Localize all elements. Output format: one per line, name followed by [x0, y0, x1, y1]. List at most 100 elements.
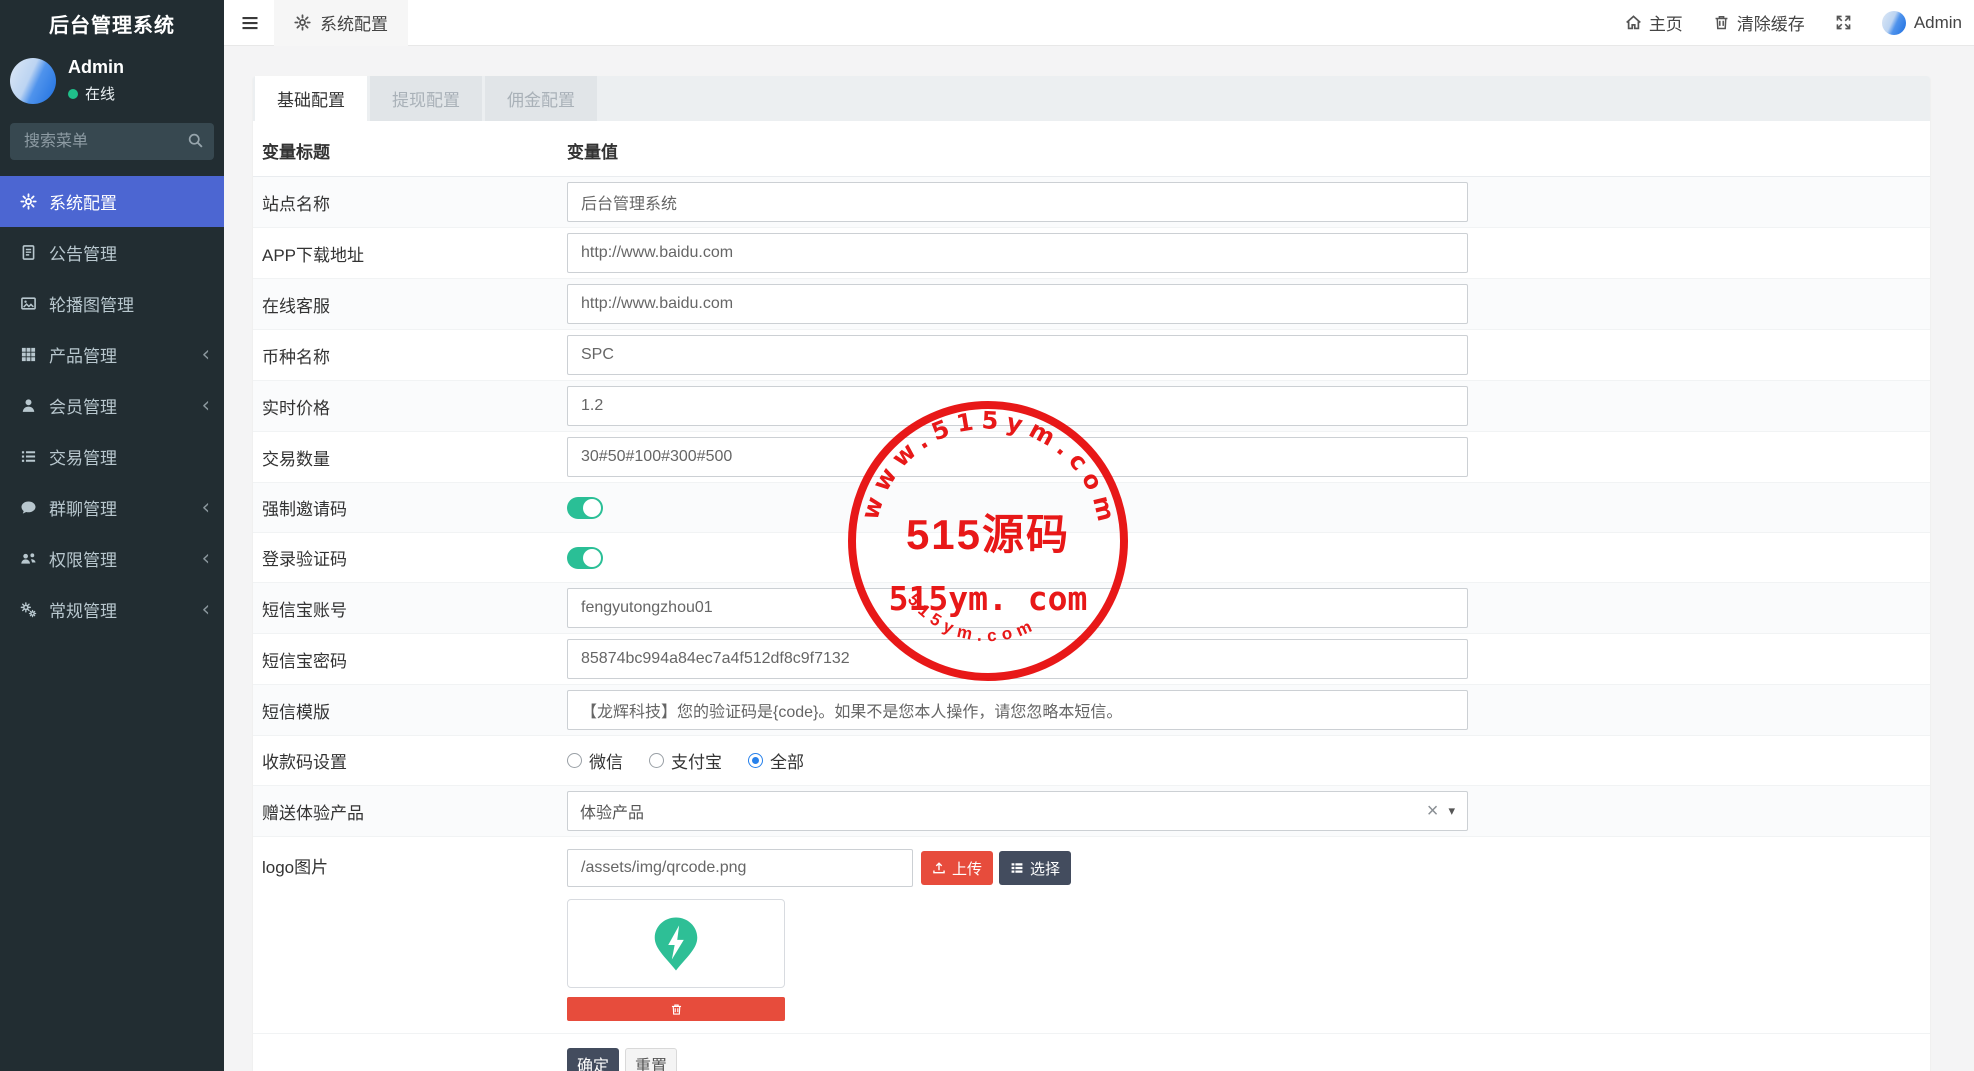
selected-value: 体验产品 [580, 799, 1427, 823]
form-row-sms-account: 短信宝账号 [253, 583, 1930, 634]
avatar [1882, 11, 1906, 35]
site-name-input[interactable] [567, 182, 1468, 222]
logo-path-input[interactable] [567, 849, 913, 887]
sidebar-item-system-config[interactable]: 系统配置 [0, 176, 224, 227]
sidebar-item-carousel[interactable]: 轮播图管理 [0, 278, 224, 329]
radio-all[interactable]: 全部 [748, 748, 804, 773]
sidebar-item-products[interactable]: 产品管理 ‹ [0, 329, 224, 380]
sidebar-item-group-chat[interactable]: 群聊管理 ‹ [0, 482, 224, 533]
tab-system-config[interactable]: 系统配置 [274, 0, 408, 46]
login-captcha-toggle[interactable] [567, 547, 603, 569]
coin-name-input[interactable] [567, 335, 1468, 375]
brand-title: 后台管理系统 [0, 0, 224, 46]
field-label: 登录验证码 [262, 545, 567, 570]
sidebar-item-label: 产品管理 [49, 342, 117, 367]
delete-image-button[interactable] [567, 997, 785, 1021]
radio-label: 全部 [770, 748, 804, 773]
sidebar-item-label: 群聊管理 [49, 495, 117, 520]
gear-icon [294, 14, 311, 31]
user-status-label: 在线 [85, 83, 115, 104]
clear-cache-link[interactable]: 清除缓存 [1713, 10, 1805, 35]
clear-cache-label: 清除缓存 [1737, 10, 1805, 35]
list-icon [1010, 861, 1024, 875]
sms-template-input[interactable] [567, 690, 1468, 730]
trash-icon [670, 1003, 683, 1016]
sidebar-item-label: 权限管理 [49, 546, 117, 571]
form-row-login-captcha: 登录验证码 [253, 533, 1930, 583]
form-row-online-service: 在线客服 [253, 279, 1930, 330]
home-label: 主页 [1649, 10, 1683, 35]
config-card: 基础配置 提现配置 佣金配置 变量标题 变量值 站点名称 APP下载地址 在线客… [253, 76, 1930, 1071]
user-icon [18, 397, 38, 414]
chevron-left-icon: ‹ [202, 344, 210, 365]
sidebar-item-label: 公告管理 [49, 240, 117, 265]
sidebar-item-label: 常规管理 [49, 597, 117, 622]
content-area: 基础配置 提现配置 佣金配置 变量标题 变量值 站点名称 APP下载地址 在线客… [224, 46, 1974, 1071]
choose-button[interactable]: 选择 [999, 851, 1071, 885]
users-icon [18, 550, 38, 567]
field-label: 收款码设置 [262, 748, 567, 773]
home-icon [1625, 14, 1642, 31]
form-row-sms-template: 短信模版 [253, 685, 1930, 736]
form-footer: 确定 重置 [253, 1034, 1930, 1071]
sidebar-item-announcements[interactable]: 公告管理 [0, 227, 224, 278]
radio-wechat[interactable]: 微信 [567, 748, 623, 773]
sidebar: 后台管理系统 Admin 在线 系统配置 公告管理 轮播图管理 产品管理 ‹ [0, 0, 224, 1071]
clear-icon[interactable]: × [1427, 801, 1439, 821]
sms-account-input[interactable] [567, 588, 1468, 628]
tabstrip: 基础配置 提现配置 佣金配置 [253, 76, 1930, 121]
online-service-input[interactable] [567, 284, 1468, 324]
upload-icon [932, 861, 946, 875]
logo-preview [567, 899, 785, 988]
gear-icon [18, 193, 38, 210]
field-label: 短信模版 [262, 698, 567, 723]
search-input[interactable] [10, 123, 214, 160]
comment-icon [18, 499, 38, 516]
user-panel: Admin 在线 [0, 46, 224, 117]
admin-page: { "sidebar": { "brand": "后台管理系统", "user"… [0, 0, 1974, 1071]
form-row-payment-code: 收款码设置 微信 支付宝 全部 [253, 736, 1930, 786]
field-label: 站点名称 [262, 190, 567, 215]
sms-password-input[interactable] [567, 639, 1468, 679]
sidebar-item-members[interactable]: 会员管理 ‹ [0, 380, 224, 431]
tab-withdraw-config[interactable]: 提现配置 [370, 76, 482, 121]
sidebar-item-label: 系统配置 [49, 189, 117, 214]
trade-amount-input[interactable] [567, 437, 1468, 477]
realtime-price-input[interactable] [567, 386, 1468, 426]
tab-commission-config[interactable]: 佣金配置 [485, 76, 597, 121]
radio-alipay[interactable]: 支付宝 [649, 748, 722, 773]
form-row-trade-amount: 交易数量 [253, 432, 1930, 483]
app-download-input[interactable] [567, 233, 1468, 273]
form-row-site-name: 站点名称 [253, 177, 1930, 228]
home-link[interactable]: 主页 [1625, 10, 1683, 35]
field-label: 短信宝账号 [262, 596, 567, 621]
user-menu[interactable]: Admin [1882, 11, 1962, 35]
confirm-button[interactable]: 确定 [567, 1048, 619, 1071]
menu-toggle-icon[interactable] [240, 13, 260, 33]
choose-label: 选择 [1030, 858, 1060, 879]
radio-circle-icon [748, 753, 763, 768]
top-navbar: 系统配置 主页 清除缓存 Admin [224, 0, 1974, 46]
search-icon[interactable] [187, 132, 204, 149]
sidebar-item-label: 会员管理 [49, 393, 117, 418]
reset-button[interactable]: 重置 [625, 1048, 677, 1071]
file-icon [18, 244, 38, 261]
force-invite-toggle[interactable] [567, 497, 603, 519]
radio-circle-icon [567, 753, 582, 768]
sidebar-menu: 系统配置 公告管理 轮播图管理 产品管理 ‹ 会员管理 ‹ 交易管理 群聊管理 … [0, 176, 224, 635]
radio-circle-icon [649, 753, 664, 768]
nav-tab-label: 系统配置 [320, 10, 388, 35]
sidebar-item-permissions[interactable]: 权限管理 ‹ [0, 533, 224, 584]
column-header-title: 变量标题 [262, 138, 567, 163]
fullscreen-toggle[interactable] [1835, 14, 1852, 31]
nav-user-label: Admin [1914, 13, 1962, 33]
field-label: 赠送体验产品 [262, 799, 567, 824]
gift-product-select[interactable]: 体验产品 × ▾ [567, 791, 1468, 831]
tab-basic-config[interactable]: 基础配置 [255, 76, 367, 121]
grid-icon [18, 346, 38, 363]
sidebar-item-transactions[interactable]: 交易管理 [0, 431, 224, 482]
upload-button[interactable]: 上传 [921, 851, 993, 885]
trash-icon [1713, 14, 1730, 31]
sidebar-item-general[interactable]: 常规管理 ‹ [0, 584, 224, 635]
column-header-value: 变量值 [567, 138, 618, 163]
